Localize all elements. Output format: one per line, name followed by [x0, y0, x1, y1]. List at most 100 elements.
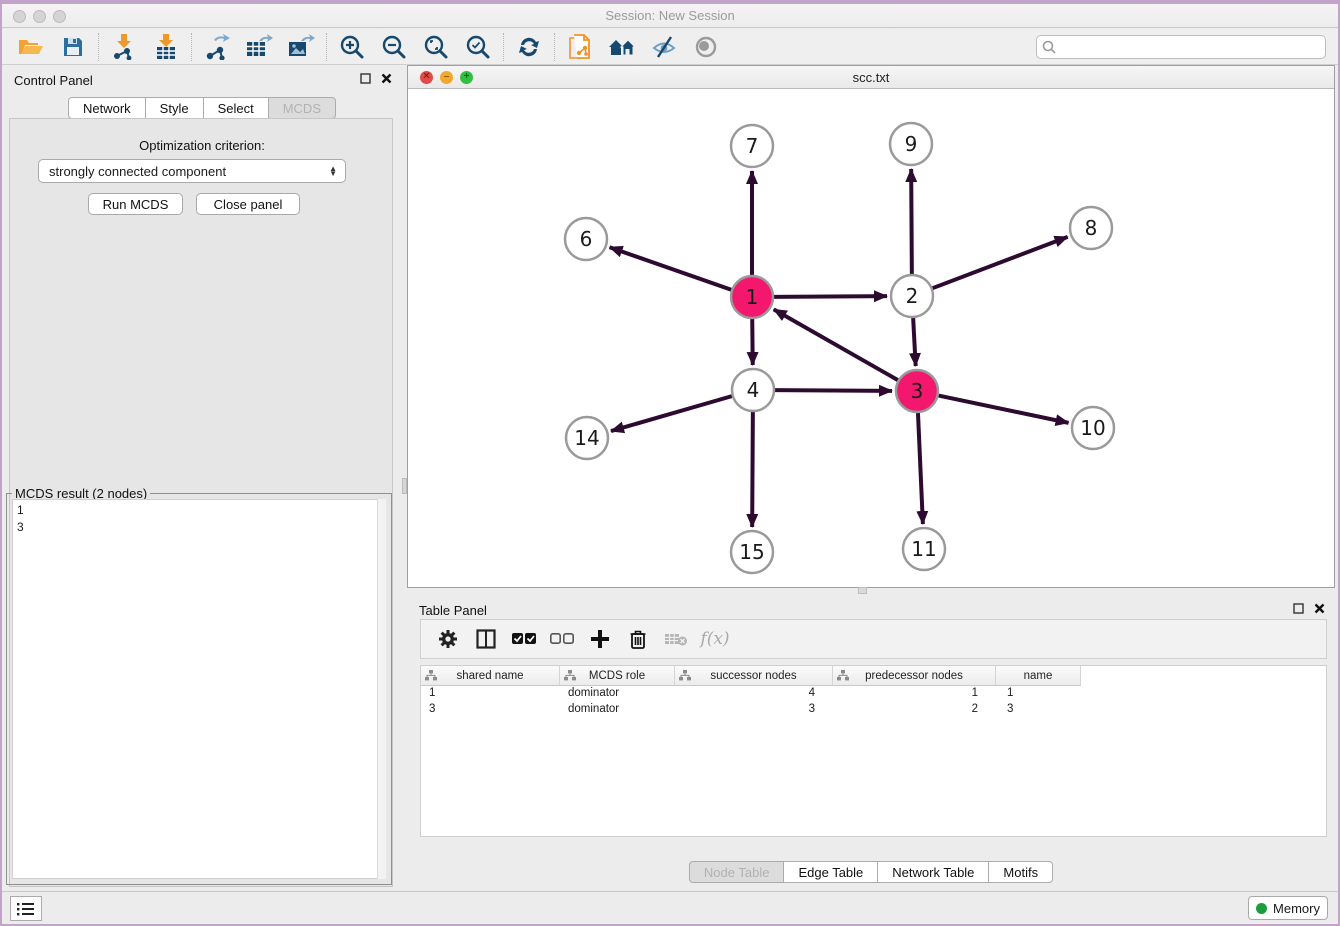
graph-node-3[interactable]: 3 — [896, 370, 938, 412]
zoom-out-button[interactable] — [373, 31, 415, 63]
close-table-panel-icon[interactable] — [1314, 603, 1325, 614]
select-all-columns-button[interactable] — [507, 624, 541, 654]
deselect-all-columns-button[interactable] — [545, 624, 579, 654]
svg-text:14: 14 — [574, 426, 599, 450]
column-header-predecessor-nodes[interactable]: predecessor nodes — [833, 666, 996, 686]
tab-network-table[interactable]: Network Table — [878, 861, 989, 883]
graph-node-9[interactable]: 9 — [890, 123, 932, 165]
graph-edge-3-11[interactable] — [918, 413, 923, 524]
float-table-panel-icon[interactable] — [1293, 603, 1304, 614]
create-column-button[interactable] — [583, 624, 617, 654]
graph-edge-2-3[interactable] — [913, 318, 916, 366]
graph-edge-3-10[interactable] — [939, 396, 1069, 423]
table-row[interactable]: 1 dominator 4 1 1 — [421, 686, 1326, 702]
zoom-selected-button[interactable] — [457, 31, 499, 63]
tab-edge-table[interactable]: Edge Table — [784, 861, 878, 883]
houses-icon — [607, 36, 637, 58]
graph-edge-4-14[interactable] — [611, 396, 732, 431]
svg-text:11: 11 — [911, 537, 936, 561]
tab-node-table[interactable]: Node Table — [689, 861, 785, 883]
graph-edge-1-2[interactable] — [774, 296, 887, 297]
cell-mcds-role[interactable]: dominator — [560, 686, 675, 702]
cell-predecessor-nodes[interactable]: 2 — [833, 702, 996, 718]
import-table-button[interactable] — [145, 31, 187, 63]
cell-mcds-role[interactable]: dominator — [560, 702, 675, 718]
column-header-successor-nodes[interactable]: successor nodes — [675, 666, 833, 686]
first-neighbors-button[interactable] — [601, 31, 643, 63]
graph-node-1[interactable]: 1 — [731, 276, 773, 318]
delete-table-button[interactable] — [659, 624, 693, 654]
graph-edge-4-15[interactable] — [752, 412, 753, 527]
birdseye-view-button[interactable] — [685, 31, 727, 63]
export-network-button[interactable] — [196, 31, 238, 63]
graph-node-4[interactable]: 4 — [732, 369, 774, 411]
cell-successor-nodes[interactable]: 4 — [675, 686, 833, 702]
columns-icon — [476, 629, 496, 649]
function-builder-button[interactable]: f(x) — [697, 624, 731, 654]
cell-successor-nodes[interactable]: 3 — [675, 702, 833, 718]
graph-node-14[interactable]: 14 — [566, 417, 608, 459]
column-header-shared-name[interactable]: shared name — [421, 666, 560, 686]
graph-edge-3-1[interactable] — [774, 309, 898, 380]
status-bar: Memory — [2, 891, 1338, 924]
cell-name[interactable]: 3 — [996, 702, 1081, 718]
graph-edge-1-6[interactable] — [610, 247, 732, 289]
svg-text:8: 8 — [1085, 216, 1098, 240]
graph-edge-2-8[interactable] — [933, 237, 1068, 288]
cell-name[interactable]: 1 — [996, 686, 1081, 702]
delete-column-button[interactable] — [621, 624, 655, 654]
hierarchy-icon — [837, 670, 849, 681]
cell-predecessor-nodes[interactable]: 1 — [833, 686, 996, 702]
tab-network[interactable]: Network — [68, 97, 146, 119]
column-header-name[interactable]: name — [996, 666, 1081, 686]
cell-shared-name[interactable]: 1 — [421, 686, 560, 702]
fx-icon: f(x) — [700, 629, 729, 649]
network-window-titlebar: ✕ – + scc.txt — [408, 66, 1334, 89]
tab-select[interactable]: Select — [204, 97, 269, 119]
refresh-button[interactable] — [508, 31, 550, 63]
search-input[interactable] — [1036, 35, 1326, 59]
zoom-in-button[interactable] — [331, 31, 373, 63]
toolbar-separator — [98, 33, 99, 61]
graph-edge-4-3[interactable] — [775, 390, 892, 391]
horizontal-splitter-handle[interactable] — [858, 587, 867, 594]
toolbar-separator — [326, 33, 327, 61]
task-history-button[interactable] — [10, 896, 42, 921]
tab-motifs[interactable]: Motifs — [989, 861, 1053, 883]
table-settings-button[interactable] — [431, 624, 465, 654]
graph-node-8[interactable]: 8 — [1070, 207, 1112, 249]
column-header-mcds-role[interactable]: MCDS role — [560, 666, 675, 686]
close-panel-button[interactable]: Close panel — [196, 193, 300, 215]
mcds-result-text[interactable]: 1 3 — [12, 499, 386, 879]
save-session-button[interactable] — [52, 31, 94, 63]
open-session-button[interactable] — [10, 31, 52, 63]
import-network-button[interactable] — [103, 31, 145, 63]
table-panel-tabs: Node Table Edge Table Network Table Moti… — [407, 861, 1335, 883]
tab-style[interactable]: Style — [146, 97, 204, 119]
clone-network-button[interactable] — [559, 31, 601, 63]
hide-graphics-details-button[interactable] — [643, 31, 685, 63]
graph-node-10[interactable]: 10 — [1072, 407, 1114, 449]
table-row[interactable]: 3 dominator 3 2 3 — [421, 702, 1326, 718]
svg-text:10: 10 — [1080, 416, 1105, 440]
zoom-fit-button[interactable] — [415, 31, 457, 63]
criterion-dropdown[interactable]: strongly connected component ▲▼ — [38, 159, 346, 183]
run-mcds-button[interactable]: Run MCDS — [88, 193, 183, 215]
tab-mcds[interactable]: MCDS — [269, 97, 336, 119]
graph-edge-2-9[interactable] — [911, 169, 912, 274]
toolbar-separator — [503, 33, 504, 61]
memory-button[interactable]: Memory — [1248, 896, 1328, 920]
graph-node-6[interactable]: 6 — [565, 218, 607, 260]
graph-node-7[interactable]: 7 — [731, 125, 773, 167]
network-canvas[interactable]: 7 9 6 8 1 2 4 3 14 10 15 11 — [408, 89, 1334, 587]
close-panel-icon[interactable] — [381, 73, 392, 84]
graph-node-15[interactable]: 15 — [731, 531, 773, 573]
cell-shared-name[interactable]: 3 — [421, 702, 560, 718]
export-table-button[interactable] — [238, 31, 280, 63]
result-scrollbar[interactable] — [377, 499, 386, 879]
graph-node-2[interactable]: 2 — [891, 275, 933, 317]
export-image-button[interactable] — [280, 31, 322, 63]
show-columns-button[interactable] — [469, 624, 503, 654]
float-panel-icon[interactable] — [360, 73, 371, 84]
graph-node-11[interactable]: 11 — [903, 528, 945, 570]
